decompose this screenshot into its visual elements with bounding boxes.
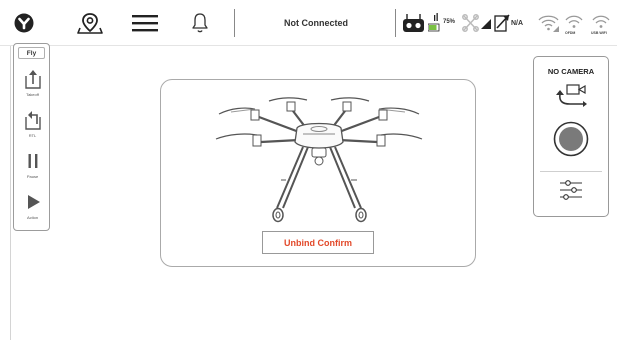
top-bar: Not Connected 75% N/A OFDM USB WIFI	[0, 0, 617, 46]
record-button-icon[interactable]	[553, 121, 589, 162]
menu-icon[interactable]	[130, 8, 160, 38]
switch-camera-icon[interactable]	[554, 83, 588, 116]
wifi-icon	[565, 8, 583, 38]
remote-controller-icon	[402, 8, 425, 38]
yuneec-logo-icon[interactable]	[12, 8, 36, 38]
play-icon	[27, 195, 40, 209]
battery-percent: 75%	[443, 19, 456, 25]
bell-icon[interactable]	[188, 8, 212, 38]
takeoff-button[interactable]: Takeoff	[14, 69, 51, 97]
na-label: N/A	[511, 19, 524, 27]
battery-icon	[428, 8, 440, 38]
pause-icon	[28, 154, 37, 168]
unbind-confirm-button[interactable]: Unbind Confirm	[262, 231, 374, 254]
drone-signal-icon	[462, 8, 479, 38]
divider	[395, 9, 396, 37]
camera-panel: NO CAMERA	[533, 56, 609, 217]
action-label: Action	[26, 215, 39, 220]
wifi-icon	[592, 8, 610, 38]
camera-settings-icon[interactable]	[559, 179, 583, 206]
return-home-icon	[24, 111, 41, 130]
gps-icon	[494, 8, 510, 38]
app-frame: Not Connected 75% N/A OFDM USB WIFI Fly …	[0, 0, 617, 340]
pause-label: Pause	[26, 174, 39, 179]
divider	[540, 171, 602, 172]
divider	[10, 46, 11, 340]
pause-button[interactable]: Pause	[14, 151, 51, 179]
map-pin-icon[interactable]	[76, 8, 104, 38]
takeoff-icon	[24, 70, 41, 89]
signal-bars-icon	[481, 8, 491, 38]
rtl-label: RTL	[28, 133, 37, 138]
rtl-button[interactable]: RTL	[14, 110, 51, 138]
camera-status-label: NO CAMERA	[547, 67, 595, 76]
divider	[234, 9, 235, 37]
fly-panel-title: Fly	[18, 47, 45, 59]
bind-dialog-card: Unbind Confirm	[160, 79, 476, 267]
action-button[interactable]: Action	[14, 192, 51, 220]
fly-panel: Fly Takeoff RTL Pause Action	[13, 43, 50, 231]
wifi-icon	[538, 8, 560, 38]
connection-status: Not Connected	[284, 18, 348, 28]
drone-illustration	[215, 97, 423, 223]
takeoff-label: Takeoff	[26, 92, 39, 97]
